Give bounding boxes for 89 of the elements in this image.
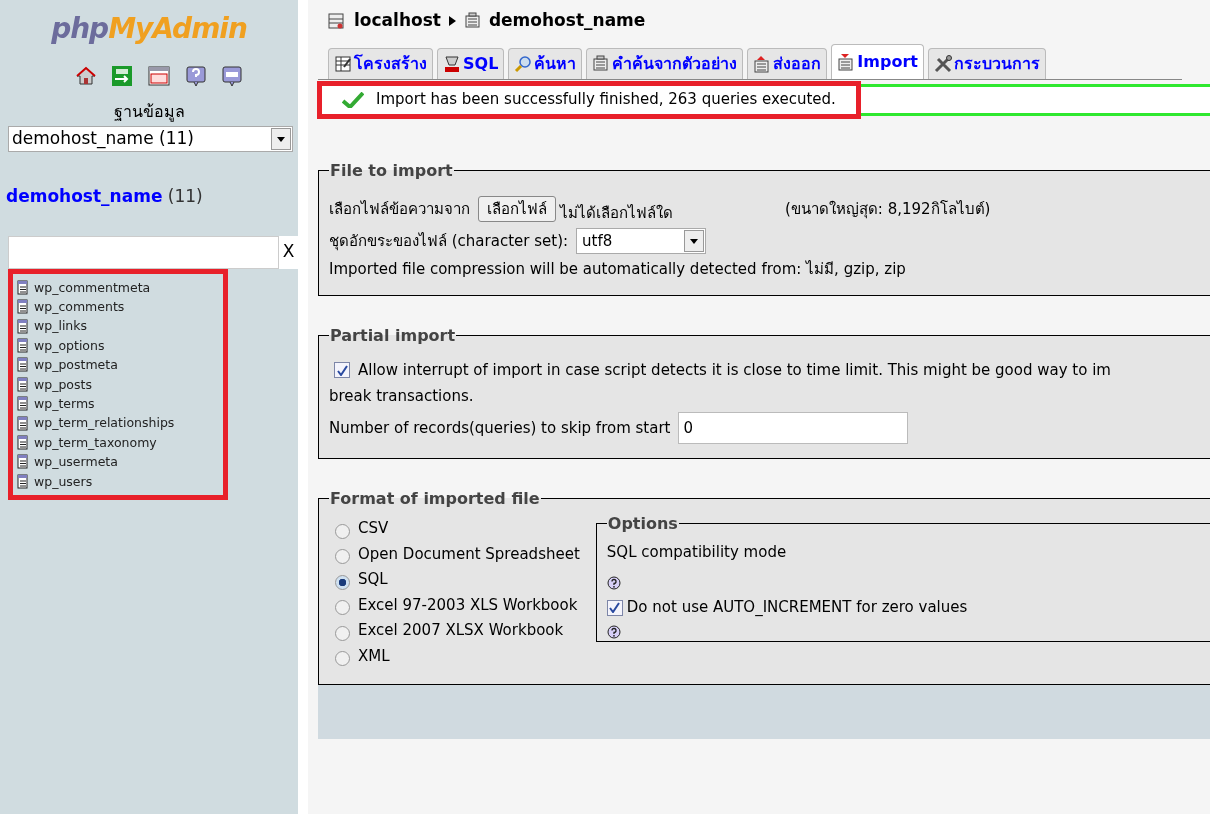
help-icon bbox=[606, 625, 621, 640]
radio-button[interactable] bbox=[335, 574, 350, 590]
tab[interactable]: ค้นหา bbox=[508, 47, 583, 79]
database-icon bbox=[463, 12, 481, 30]
table-link[interactable]: wp_postmeta bbox=[34, 355, 118, 375]
radio-button[interactable] bbox=[335, 625, 350, 641]
interrupt-option-text: Allow interrupt of import in case script detects it is close to time limit. This might be good way to im bbox=[358, 359, 1111, 381]
help-icon bbox=[606, 576, 621, 591]
table-icon[interactable] bbox=[17, 357, 28, 373]
format-option-label: Excel 97-2003 XLS Workbook bbox=[358, 594, 578, 616]
breadcrumb-link[interactable]: demohost_name bbox=[488, 8, 646, 34]
table-count: (11) bbox=[166, 186, 203, 206]
sql-icon bbox=[443, 54, 461, 73]
table-link[interactable]: wp_terms bbox=[34, 393, 95, 414]
table-link[interactable]: wp_commentmeta bbox=[34, 277, 151, 297]
table-link[interactable]: wp_posts bbox=[34, 374, 92, 394]
table-link[interactable]: wp_users bbox=[34, 471, 93, 491]
checkbox[interactable] bbox=[334, 362, 350, 379]
app-logo[interactable]: phpMyAdmin bbox=[0, 8, 298, 50]
table-icon[interactable] bbox=[17, 376, 28, 392]
database-select[interactable]: demohost_name (11) bbox=[8, 126, 293, 152]
checkbox[interactable] bbox=[606, 599, 623, 616]
choose-file-button[interactable]: เลือกไฟล์ bbox=[478, 195, 556, 223]
table-icon[interactable] bbox=[17, 318, 28, 334]
filter-field[interactable] bbox=[8, 235, 279, 269]
database-link[interactable]: demohost_name bbox=[6, 186, 163, 206]
tab[interactable]: ส่งออก bbox=[747, 47, 828, 79]
max-size-text: (ขนาดใหญ่สุด: 8,192กิโลไบต์) bbox=[785, 198, 991, 221]
table-icon[interactable] bbox=[17, 337, 28, 353]
table-icon[interactable] bbox=[17, 434, 28, 450]
clear-button[interactable]: X bbox=[279, 235, 298, 269]
table-structure-icon bbox=[334, 54, 352, 73]
section-title: Partial import bbox=[329, 325, 457, 345]
table-link[interactable]: wp_term_relationships bbox=[34, 413, 175, 433]
charset-label: ชุดอักขระของไฟล์ (character set): bbox=[329, 230, 569, 253]
database-icon bbox=[592, 54, 611, 73]
search-icon bbox=[514, 54, 533, 73]
table-link[interactable]: wp_comments bbox=[34, 296, 125, 317]
radio-button[interactable] bbox=[335, 651, 350, 667]
format-option-label: XML bbox=[358, 645, 390, 667]
radio-button[interactable] bbox=[335, 600, 350, 616]
checkmark-icon bbox=[342, 91, 364, 108]
radio-button[interactable] bbox=[335, 549, 350, 565]
database-label: ฐานข้อมูล bbox=[112, 101, 186, 124]
table-icon[interactable] bbox=[17, 396, 28, 412]
format-option-label: CSV bbox=[358, 518, 389, 540]
table-icon[interactable] bbox=[17, 415, 28, 431]
dropdown-arrow-icon bbox=[690, 238, 699, 244]
skip-records-field[interactable]: 0 bbox=[678, 411, 909, 444]
table-icon[interactable] bbox=[17, 473, 28, 489]
radio-button[interactable] bbox=[335, 523, 350, 539]
format-option-label: SQL bbox=[358, 569, 388, 591]
tab[interactable]: Import bbox=[831, 43, 924, 79]
section-title: Options bbox=[606, 514, 679, 534]
tab[interactable]: SQL bbox=[437, 47, 505, 79]
format-option-label: Open Document Spreadsheet bbox=[358, 543, 580, 565]
section-title: Format of imported file bbox=[329, 488, 541, 509]
skip-label: Number of records(queries) to skip from start bbox=[329, 417, 671, 439]
auto-increment-label: Do not use AUTO_INCREMENT for zero values bbox=[626, 597, 968, 619]
table-link[interactable]: wp_usermeta bbox=[34, 452, 118, 472]
server-icon bbox=[328, 11, 346, 30]
format-option-label: Excel 2007 XLSX Workbook bbox=[358, 620, 564, 642]
table-link[interactable]: wp_term_taxonomy bbox=[34, 432, 157, 453]
interrupt-option-text: break transactions. bbox=[329, 386, 474, 408]
separator-arrow-icon bbox=[448, 15, 456, 26]
tab[interactable]: คำค้นจากตัวอย่าง bbox=[586, 47, 744, 79]
tab[interactable]: โครงสร้าง bbox=[328, 47, 433, 79]
exit-icon[interactable] bbox=[112, 66, 132, 86]
table-link[interactable]: wp_links bbox=[34, 316, 88, 336]
compat-label: SQL compatibility mode bbox=[606, 542, 788, 564]
compression-note: Imported file compression will be automatically detected from: ไม่มี, gzip, zip bbox=[329, 259, 906, 281]
file-label: เลือกไฟล์ข้อความจาก bbox=[329, 198, 470, 220]
table-icon[interactable] bbox=[17, 279, 28, 295]
table-icon[interactable] bbox=[17, 454, 28, 470]
success-message: Import has been successfully finished, 263 queries executed. bbox=[376, 89, 836, 111]
no-file-text: ไม่ได้เลือกไฟล์ใด bbox=[560, 202, 673, 224]
tools-icon bbox=[933, 54, 952, 73]
dropdown-arrow-icon bbox=[277, 136, 285, 142]
section-title: File to import bbox=[329, 160, 454, 180]
tab[interactable]: กระบวนการ bbox=[927, 47, 1046, 79]
table-link[interactable]: wp_options bbox=[34, 335, 105, 356]
export-icon bbox=[753, 54, 772, 73]
breadcrumb-link[interactable]: localhost bbox=[354, 8, 441, 34]
help-icon[interactable] bbox=[186, 66, 206, 86]
import-icon bbox=[837, 52, 856, 71]
charset-select[interactable]: utf8 bbox=[576, 228, 707, 255]
query-window-icon[interactable] bbox=[148, 66, 170, 86]
home-icon[interactable] bbox=[76, 66, 96, 86]
table-icon[interactable] bbox=[17, 299, 28, 315]
